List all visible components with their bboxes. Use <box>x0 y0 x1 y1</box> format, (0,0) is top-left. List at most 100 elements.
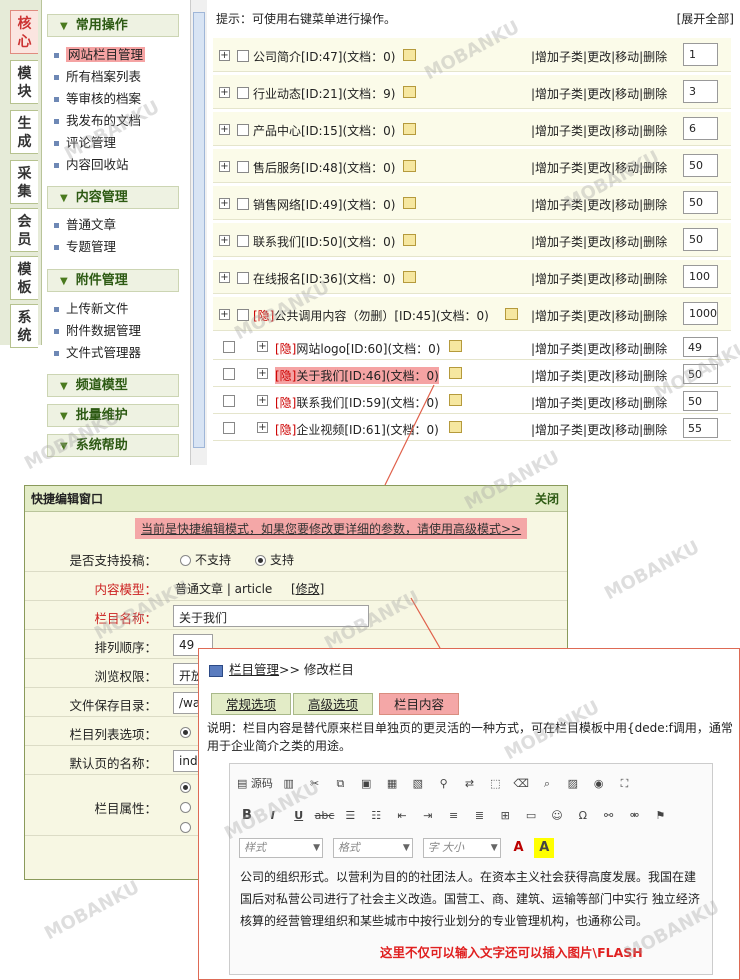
row-actions[interactable]: |增加子类|更改|移动|删除 <box>531 48 667 65</box>
edit-icon[interactable] <box>403 86 416 98</box>
bullet-list-icon[interactable]: ☷ <box>366 806 386 826</box>
edit-icon[interactable] <box>449 340 462 352</box>
align-justify-icon[interactable]: ≣ <box>469 806 489 826</box>
menu-item-column-manage[interactable]: 网站栏目管理 <box>54 46 146 64</box>
order-input[interactable]: 50 <box>683 391 718 411</box>
hr-icon[interactable]: ▭ <box>521 806 541 826</box>
column-row[interactable]: + 在线报名[ID:36](文档：0) |增加子类|更改|移动|删除 100 <box>213 260 731 294</box>
order-input[interactable]: 1 <box>683 43 718 66</box>
expand-icon[interactable]: + <box>219 272 230 283</box>
row-actions[interactable]: |增加子类|更改|移动|删除 <box>531 85 667 102</box>
text-color-icon[interactable]: A <box>508 838 528 858</box>
row-checkbox[interactable] <box>223 341 235 353</box>
breadcrumb-link[interactable]: 栏目管理 <box>229 662 279 677</box>
row-actions[interactable]: |增加子类|更改|移动|删除 <box>531 421 667 438</box>
edit-icon[interactable] <box>403 271 416 283</box>
select-all-icon[interactable]: ⬚ <box>485 774 505 794</box>
menu-item-pending[interactable]: 等审核的档案 <box>54 90 141 108</box>
column-name-link[interactable]: [隐]企业视频[ID:61](文档：0) <box>275 421 439 438</box>
vtab-module[interactable]: 模块 <box>10 60 38 104</box>
row-checkbox[interactable] <box>237 272 249 284</box>
order-input[interactable]: 50 <box>683 228 718 251</box>
edit-icon[interactable] <box>449 367 462 379</box>
column-row[interactable]: + 售后服务[ID:48](文档：0) |增加子类|更改|移动|删除 50 <box>213 149 731 183</box>
list-radio[interactable] <box>180 725 195 739</box>
vtab-system[interactable]: 系统 <box>10 304 38 348</box>
table-icon[interactable]: ⊞ <box>495 806 515 826</box>
menu-section-batch[interactable]: ▼ 批量维护 <box>47 404 179 427</box>
format-select[interactable]: 格式 <box>332 838 413 858</box>
row-actions[interactable]: |增加子类|更改|移动|删除 <box>531 367 667 384</box>
paste-text-icon[interactable]: ▦ <box>382 774 402 794</box>
close-button[interactable]: 关闭 <box>535 486 559 512</box>
row-actions[interactable]: |增加子类|更改|移动|删除 <box>531 307 667 324</box>
vtab-collect[interactable]: 采集 <box>10 160 38 204</box>
row-checkbox[interactable] <box>223 368 235 380</box>
expand-icon[interactable]: + <box>257 341 268 352</box>
edit-icon[interactable] <box>403 123 416 135</box>
smiley-icon[interactable]: ☺ <box>547 806 567 826</box>
ordered-list-icon[interactable]: ☰ <box>340 806 360 826</box>
doc-icon[interactable]: ▥ <box>279 774 299 794</box>
attr-radio-2[interactable] <box>180 800 195 814</box>
omega-icon[interactable]: Ω <box>573 806 593 826</box>
paste-word-icon[interactable]: ▧ <box>408 774 428 794</box>
subcolumn-row[interactable]: + [隐]关于我们[ID:46](文档：0) |增加子类|更改|移动|删除 50 <box>213 361 731 387</box>
expand-icon[interactable]: + <box>219 161 230 172</box>
subcolumn-row[interactable]: + [隐]联系我们[ID:59](文档：0) |增加子类|更改|移动|删除 50 <box>213 388 731 414</box>
column-name-link[interactable]: 产品中心[ID:15](文档：0) <box>253 122 395 139</box>
order-input[interactable]: 50 <box>683 364 718 384</box>
expand-icon[interactable]: + <box>219 50 230 61</box>
edit-icon[interactable] <box>403 49 416 61</box>
size-select[interactable]: 字 大小 <box>422 838 501 858</box>
order-input[interactable]: 50 <box>683 154 718 177</box>
tab-column-content[interactable]: 栏目内容 <box>379 693 460 715</box>
underline-icon[interactable]: U <box>289 806 309 826</box>
rich-text-editor[interactable]: ▤ 源码 ▥ ✂ ⧉ ▣ ▦ ▧ ⚲ ⇄ ⬚ ⌫ ⌕ ▨ ◉ ⛶ B I U a… <box>229 763 713 975</box>
editor-body[interactable]: 公司的组织形式。以营利为目的的社团法人。在资本主义社会获得高度发展。我国在建国后… <box>240 866 700 932</box>
expand-icon[interactable]: + <box>257 395 268 406</box>
column-name-link[interactable]: 售后服务[ID:48](文档：0) <box>253 159 395 176</box>
link-icon[interactable]: ⚯ <box>599 806 619 826</box>
find-icon[interactable]: ⚲ <box>434 774 454 794</box>
source-button[interactable]: ▤ 源码 <box>237 774 273 794</box>
copy-icon[interactable]: ⧉ <box>330 774 350 794</box>
vtab-template[interactable]: 模板 <box>10 256 38 300</box>
order-input[interactable]: 1000 <box>683 302 718 325</box>
row-checkbox[interactable] <box>223 395 235 407</box>
column-name-link[interactable]: 行业动态[ID:21](文档：9) <box>253 85 395 102</box>
row-actions[interactable]: |增加子类|更改|移动|删除 <box>531 394 667 411</box>
column-row[interactable]: + 联系我们[ID:50](文档：0) |增加子类|更改|移动|删除 50 <box>213 223 731 257</box>
indent-icon[interactable]: ⇥ <box>418 806 438 826</box>
menu-section-attach[interactable]: ▼ 附件管理 <box>47 269 179 292</box>
column-name-link[interactable]: 联系我们[ID:50](文档：0) <box>253 233 395 250</box>
column-name-link[interactable]: [隐]联系我们[ID:59](文档：0) <box>275 394 439 411</box>
menu-scrollbar[interactable] <box>190 0 207 465</box>
column-name-link[interactable]: [隐]网站logo[ID:60](文档：0) <box>275 340 440 357</box>
row-actions[interactable]: |增加子类|更改|移动|删除 <box>531 270 667 287</box>
cut-icon[interactable]: ✂ <box>305 774 325 794</box>
menu-section-content[interactable]: ▼ 内容管理 <box>47 186 179 209</box>
maximize-icon[interactable]: ⛶ <box>614 774 634 794</box>
row-checkbox[interactable] <box>223 422 235 434</box>
eraser-icon[interactable]: ⌫ <box>511 774 531 794</box>
menu-item-my-docs[interactable]: 我发布的文档 <box>54 112 141 130</box>
style-select[interactable]: 样式 <box>239 838 323 858</box>
column-name-link[interactable]: 公司简介[ID:47](文档：0) <box>253 48 395 65</box>
column-name-link[interactable]: 销售网络[ID:49](文档：0) <box>253 196 395 213</box>
row-checkbox[interactable] <box>237 50 249 62</box>
column-name-link[interactable]: [隐]关于我们[ID:46](文档：0) <box>275 367 439 384</box>
menu-item-upload[interactable]: 上传新文件 <box>54 300 129 318</box>
row-actions[interactable]: |增加子类|更改|移动|删除 <box>531 233 667 250</box>
expand-icon[interactable]: + <box>219 87 230 98</box>
edit-icon[interactable] <box>403 197 416 209</box>
column-row[interactable]: + 销售网络[ID:49](文档：0) |增加子类|更改|移动|删除 50 <box>213 186 731 220</box>
image-icon[interactable]: ▨ <box>563 774 583 794</box>
column-name-link[interactable]: 在线报名[ID:36](文档：0) <box>253 270 395 287</box>
edit-icon[interactable] <box>403 234 416 246</box>
edit-icon[interactable] <box>449 421 462 433</box>
flash-icon[interactable]: ◉ <box>589 774 609 794</box>
order-input[interactable]: 6 <box>683 117 718 140</box>
vtab-generate[interactable]: 生成 <box>10 110 38 154</box>
menu-item-all-docs[interactable]: 所有档案列表 <box>54 68 141 86</box>
